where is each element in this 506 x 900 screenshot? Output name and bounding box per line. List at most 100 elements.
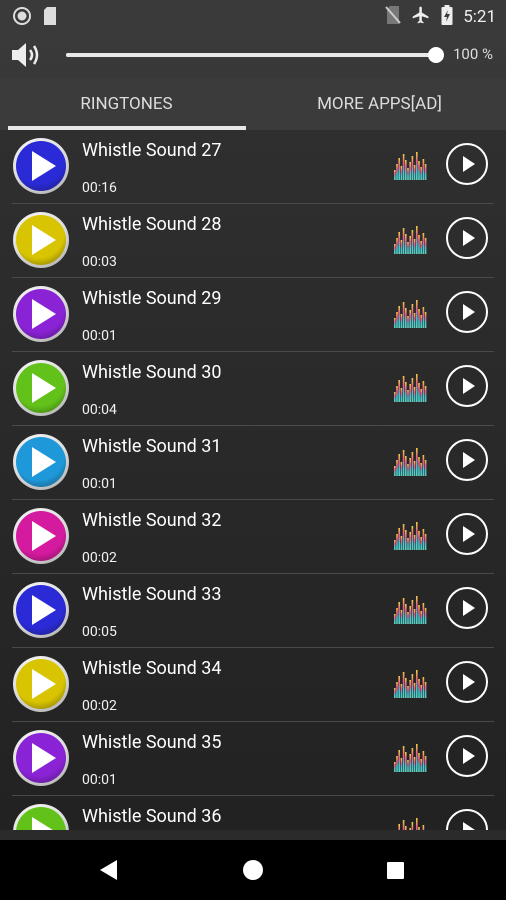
ringtone-name: Whistle Sound 36 [82, 806, 222, 827]
play-triangle-icon [32, 595, 56, 625]
list-item[interactable]: Whistle Sound 36 [0, 796, 506, 830]
ringtone-duration: 00:01 [82, 476, 117, 492]
play-icon [463, 526, 475, 542]
ringtone-duration: 00:02 [82, 698, 117, 714]
play-icon [463, 378, 475, 394]
ringtone-duration: 00:16 [82, 180, 117, 196]
equalizer-icon [394, 150, 428, 184]
ringtone-list[interactable]: Whistle Sound 27 00:16 Whistle Sound 28 00:… [0, 130, 506, 830]
home-icon[interactable] [243, 860, 263, 880]
ringtone-name: Whistle Sound 34 [82, 658, 222, 679]
play-icon [463, 822, 475, 830]
sd-card-icon [42, 6, 58, 30]
ringtone-duration: 00:01 [82, 772, 117, 788]
back-icon[interactable] [100, 860, 117, 880]
ringtone-play-thumbnail[interactable] [13, 212, 69, 268]
play-triangle-icon [32, 743, 56, 773]
play-icon [463, 156, 475, 172]
ringtone-play-thumbnail[interactable] [13, 730, 69, 786]
navigation-bar [0, 840, 506, 900]
play-triangle-icon [32, 447, 56, 477]
ringtone-play-thumbnail[interactable] [13, 138, 69, 194]
play-icon [463, 452, 475, 468]
ringtone-play-thumbnail[interactable] [13, 656, 69, 712]
status-bar: 5:21 [0, 0, 506, 32]
play-triangle-icon [32, 521, 56, 551]
list-item[interactable]: Whistle Sound 35 00:01 [0, 722, 506, 796]
no-sim-icon [385, 5, 401, 29]
list-item[interactable]: Whistle Sound 29 00:01 [0, 278, 506, 352]
play-icon [463, 304, 475, 320]
list-item[interactable]: Whistle Sound 34 00:02 [0, 648, 506, 722]
equalizer-icon [394, 298, 428, 332]
ringtone-play-thumbnail[interactable] [13, 360, 69, 416]
speaker-volume-icon[interactable] [10, 40, 44, 74]
list-item[interactable]: Whistle Sound 28 00:03 [0, 204, 506, 278]
equalizer-icon [394, 224, 428, 258]
tab-more-apps[interactable]: MORE APPS[AD] [253, 78, 506, 130]
play-button[interactable] [446, 661, 488, 703]
play-button[interactable] [446, 439, 488, 481]
play-button[interactable] [446, 809, 488, 830]
play-triangle-icon [32, 373, 56, 403]
ringtone-duration: 00:04 [82, 402, 117, 418]
ringtone-play-thumbnail[interactable] [13, 804, 69, 830]
ringtone-duration: 00:03 [82, 254, 117, 270]
volume-slider-fill [66, 53, 436, 57]
ringtone-duration: 00:01 [82, 328, 117, 344]
volume-slider-thumb[interactable] [428, 47, 444, 63]
list-item[interactable]: Whistle Sound 32 00:02 [0, 500, 506, 574]
airplane-mode-icon [411, 5, 431, 29]
notification-circle-icon [12, 6, 32, 30]
play-triangle-icon [32, 225, 56, 255]
equalizer-icon [394, 446, 428, 480]
play-button[interactable] [446, 513, 488, 555]
list-item[interactable]: Whistle Sound 31 00:01 [0, 426, 506, 500]
volume-percentage: 100 % [453, 45, 493, 63]
ringtone-name: Whistle Sound 29 [82, 288, 222, 309]
equalizer-icon [394, 668, 428, 702]
play-button[interactable] [446, 291, 488, 333]
play-triangle-icon [32, 151, 56, 181]
play-button[interactable] [446, 143, 488, 185]
ringtone-duration: 00:05 [82, 624, 117, 640]
tab-bar: RINGTONES MORE APPS[AD] [0, 78, 506, 130]
play-button[interactable] [446, 365, 488, 407]
ringtone-play-thumbnail[interactable] [13, 286, 69, 342]
equalizer-icon [394, 372, 428, 406]
ringtone-name: Whistle Sound 35 [82, 732, 222, 753]
ringtone-name: Whistle Sound 30 [82, 362, 222, 383]
play-triangle-icon [32, 817, 56, 830]
equalizer-icon [394, 742, 428, 776]
ringtone-name: Whistle Sound 31 [82, 436, 222, 457]
ringtone-play-thumbnail[interactable] [13, 582, 69, 638]
battery-charging-icon [441, 5, 453, 29]
play-triangle-icon [32, 669, 56, 699]
play-button[interactable] [446, 587, 488, 629]
volume-bar: 100 % [0, 32, 506, 78]
ringtone-name: Whistle Sound 33 [82, 584, 222, 605]
play-icon [463, 748, 475, 764]
ringtone-duration: 00:02 [82, 550, 117, 566]
list-item[interactable]: Whistle Sound 30 00:04 [0, 352, 506, 426]
list-item[interactable]: Whistle Sound 27 00:16 [0, 130, 506, 204]
list-item[interactable]: Whistle Sound 33 00:05 [0, 574, 506, 648]
clock: 5:21 [463, 7, 496, 27]
play-icon [463, 230, 475, 246]
equalizer-icon [394, 816, 428, 830]
recent-apps-icon[interactable] [387, 862, 404, 879]
equalizer-icon [394, 520, 428, 554]
play-icon [463, 600, 475, 616]
ringtone-name: Whistle Sound 27 [82, 140, 222, 161]
play-icon [463, 674, 475, 690]
play-button[interactable] [446, 217, 488, 259]
volume-slider[interactable] [66, 47, 444, 63]
ringtone-name: Whistle Sound 28 [82, 214, 222, 235]
play-button[interactable] [446, 735, 488, 777]
tab-ringtones[interactable]: RINGTONES [0, 78, 253, 130]
ringtone-play-thumbnail[interactable] [13, 434, 69, 490]
ringtone-name: Whistle Sound 32 [82, 510, 222, 531]
equalizer-icon [394, 594, 428, 628]
ringtone-play-thumbnail[interactable] [13, 508, 69, 564]
play-triangle-icon [32, 299, 56, 329]
